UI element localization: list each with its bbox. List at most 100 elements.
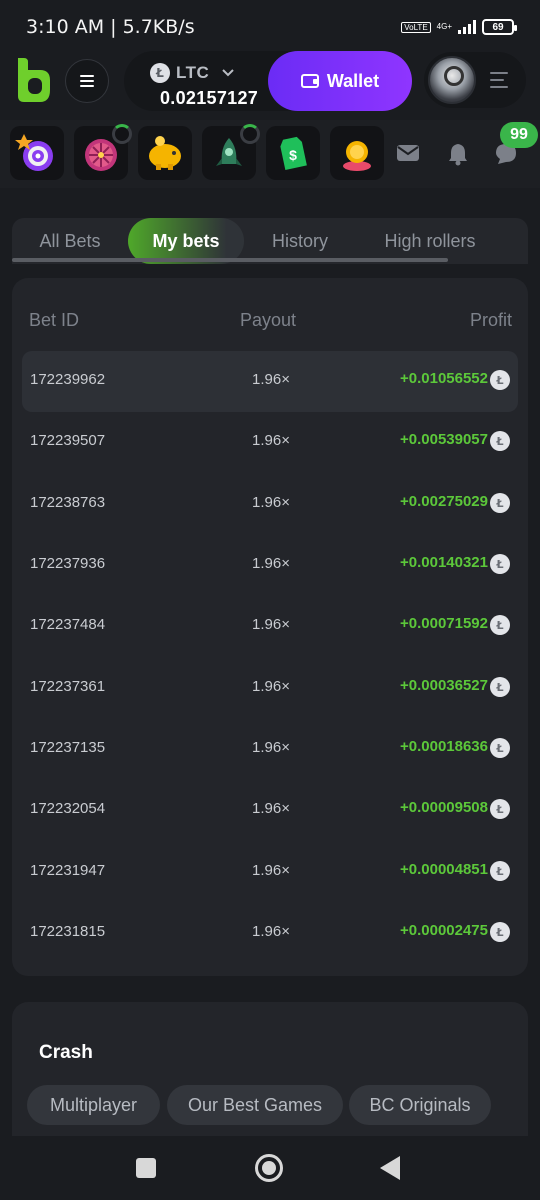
status-time: 3:10 AM | 5.7KB/s	[26, 16, 195, 38]
bet-payout: 1.96×	[252, 616, 290, 633]
coin-selector[interactable]: Ł LTC	[150, 63, 235, 83]
balance-amount: 0.02157127	[160, 88, 259, 108]
chip-multiplayer[interactable]: Multiplayer	[27, 1085, 160, 1125]
bet-profit: +0.00539057	[399, 431, 488, 448]
home-icon[interactable]	[255, 1154, 283, 1182]
ltc-coin-icon: Ł	[490, 493, 510, 513]
column-header-payout: Payout	[240, 310, 297, 330]
bet-payout: 1.96×	[252, 678, 290, 695]
bet-id: 172231947	[30, 862, 106, 879]
bet-profit: +0.00275029	[399, 493, 488, 510]
bet-payout: 1.96×	[252, 494, 290, 511]
ltc-coin-icon: Ł	[490, 861, 510, 881]
signal-icon	[458, 20, 476, 34]
lucky-wheel-button[interactable]	[74, 124, 132, 180]
rocket-icon	[202, 138, 256, 184]
bet-id: 172239507	[30, 432, 106, 449]
table-row[interactable]: 172239962 1.96× +0.01056552 Ł	[22, 351, 518, 412]
target-icon	[10, 134, 64, 184]
chip-bc-originals[interactable]: BC Originals	[349, 1085, 491, 1125]
system-navigation-bar	[0, 1136, 540, 1200]
balance-selector[interactable]: Ł LTC 0.02157127 Wallet	[124, 51, 412, 111]
list-menu-icon[interactable]	[490, 72, 508, 88]
avatar[interactable]	[428, 56, 476, 104]
bet-id: 172232054	[30, 800, 106, 817]
bet-id: 172239962	[30, 371, 106, 388]
bet-payout: 1.96×	[252, 862, 290, 879]
progress-ring-icon	[112, 124, 132, 144]
table-row[interactable]: 172237936 1.96× +0.00140321 Ł	[22, 535, 518, 596]
crash-section: Crash Multiplayer Our Best Games BC Orig…	[12, 1002, 528, 1142]
app-header: Ł LTC 0.02157127 Wallet	[0, 42, 540, 118]
back-icon[interactable]	[380, 1156, 400, 1180]
bet-id: 172231815	[30, 923, 106, 940]
piggy-bank-button[interactable]	[138, 126, 192, 180]
coin-stack-icon	[330, 141, 384, 184]
network-type: 4G+	[436, 22, 452, 31]
my-bets-table: Bet ID Payout Profit 172239962 1.96× +0.…	[12, 278, 528, 976]
bet-profit: +0.00018636	[399, 738, 488, 755]
bet-profit: +0.00071592	[399, 615, 488, 632]
bet-profit: +0.00140321	[399, 554, 488, 571]
chip-our-best-games[interactable]: Our Best Games	[167, 1085, 343, 1125]
bet-payout: 1.96×	[252, 800, 290, 817]
bcgame-logo[interactable]	[12, 56, 52, 104]
ltc-coin-icon: Ł	[490, 431, 510, 451]
coin-reward-button[interactable]	[330, 126, 384, 180]
wallet-icon	[300, 74, 319, 88]
ltc-coin-icon: Ł	[490, 799, 510, 819]
bet-id: 172237135	[30, 739, 106, 756]
cashback-tag-button[interactable]: $	[266, 126, 320, 180]
ltc-coin-icon: Ł	[490, 615, 510, 635]
chevron-down-icon	[221, 65, 235, 81]
status-icons: VoLTE 4G+ 69	[401, 19, 517, 35]
svg-text:$: $	[289, 147, 297, 163]
bet-profit: +0.00009508	[399, 799, 488, 816]
table-row[interactable]: 172238763 1.96× +0.00275029 Ł	[22, 474, 518, 535]
chat-unread-badge: 99	[500, 122, 538, 148]
coin-name: LTC	[176, 63, 210, 82]
table-row[interactable]: 172237484 1.96× +0.00071592 Ł	[22, 596, 518, 657]
section-title: Crash	[39, 1042, 93, 1063]
ltc-coin-icon: Ł	[490, 370, 510, 390]
volte-indicator: VoLTE	[401, 21, 431, 33]
ltc-coin-icon: Ł	[490, 922, 510, 942]
column-header-profit: Profit	[469, 310, 512, 330]
wallet-button[interactable]: Wallet	[268, 51, 412, 111]
bet-payout: 1.96×	[252, 555, 290, 572]
piggy-bank-icon	[138, 136, 192, 184]
bet-profit: +0.01056552	[399, 370, 488, 387]
price-tag-icon: $	[266, 136, 320, 184]
bet-id: 172237936	[30, 555, 106, 572]
wallet-button-label: Wallet	[326, 70, 380, 91]
progress-ring-icon	[240, 124, 260, 144]
battery-icon: 69	[482, 19, 517, 35]
target-game-button[interactable]	[10, 126, 64, 180]
table-row[interactable]: 172237361 1.96× +0.00036527 Ł	[22, 658, 518, 719]
table-row[interactable]: 172232054 1.96× +0.00009508 Ł	[22, 780, 518, 841]
bet-profit: +0.00002475	[399, 922, 488, 939]
ltc-coin-icon: Ł	[150, 63, 170, 83]
mail-icon[interactable]	[396, 142, 420, 164]
table-row[interactable]: 172239507 1.96× +0.00539057 Ł	[22, 412, 518, 473]
quick-icons-row: $ 99	[0, 120, 540, 188]
ltc-coin-icon: Ł	[490, 738, 510, 758]
column-header-bet-id: Bet ID	[29, 310, 80, 330]
table-row[interactable]: 172231815 1.96× +0.00002475 Ł	[22, 903, 518, 964]
profile-area[interactable]	[424, 52, 526, 108]
wheel-icon	[74, 139, 128, 184]
bet-id: 172237484	[30, 616, 106, 633]
bet-payout: 1.96×	[252, 923, 290, 940]
bell-icon[interactable]	[446, 142, 470, 166]
table-row[interactable]: 172231947 1.96× +0.00004851 Ł	[22, 842, 518, 903]
bet-payout: 1.96×	[252, 432, 290, 449]
recent-apps-icon[interactable]	[136, 1158, 156, 1178]
tabs-scrollbar[interactable]	[12, 258, 448, 262]
bet-profit: +0.00036527	[399, 677, 488, 694]
bet-id: 172237361	[30, 678, 106, 695]
table-row[interactable]: 172237135 1.96× +0.00018636 Ł	[22, 719, 518, 780]
bet-id: 172238763	[30, 494, 106, 511]
ltc-coin-icon: Ł	[490, 554, 510, 574]
menu-button[interactable]	[65, 59, 109, 103]
rocket-button[interactable]	[202, 124, 260, 180]
